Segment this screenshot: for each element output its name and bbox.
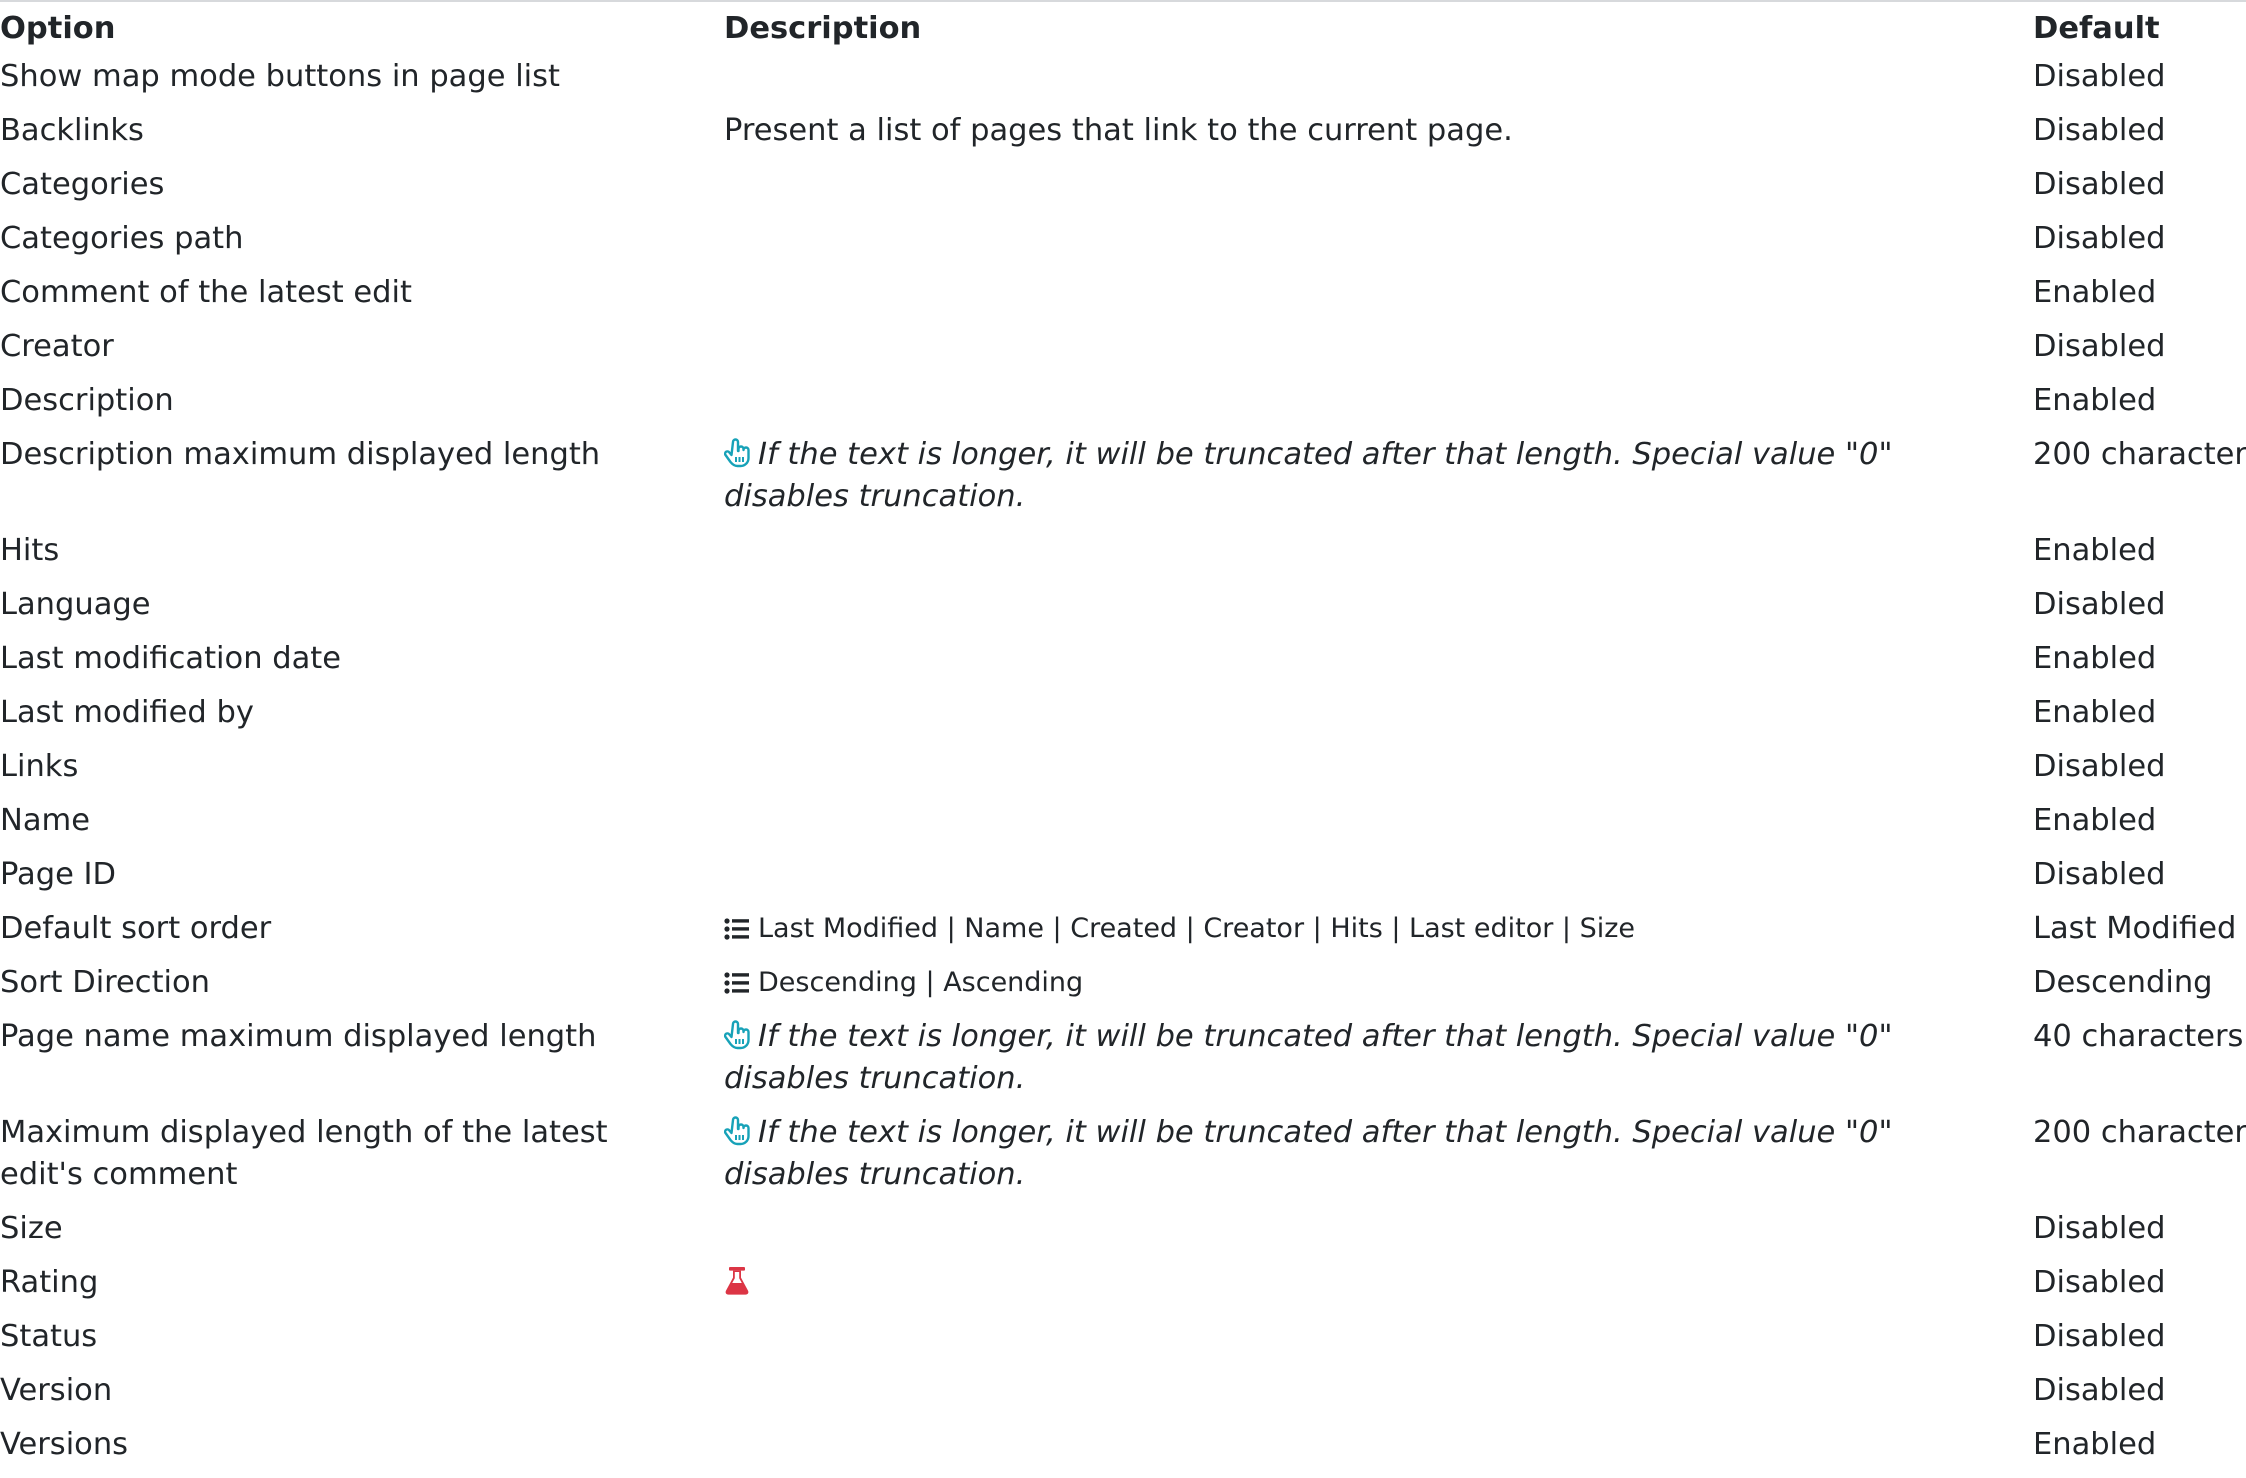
default-value: Disabled: [2033, 113, 2166, 148]
option-description: Present a list of pages that link to the…: [724, 113, 1513, 148]
option-name: Page ID: [0, 857, 117, 892]
option-name: Maximum displayed length of the latest e…: [0, 1115, 608, 1192]
default-value: Enabled: [2033, 695, 2157, 730]
default-value: Disabled: [2033, 1265, 2166, 1300]
table-row: Version Disabled: [0, 1370, 2246, 1424]
option-description: Last Modified | Name | Created | Creator…: [724, 908, 1994, 950]
option-name: Categories path: [0, 221, 244, 256]
option-name: Page name maximum displayed length: [0, 1019, 597, 1054]
default-value: 200 characters: [2033, 437, 2246, 472]
table-row: Status Disabled: [0, 1316, 2246, 1370]
default-value: Disabled: [2033, 167, 2166, 202]
default-value: Enabled: [2033, 383, 2157, 418]
option-description: If the text is longer, it will be trunca…: [724, 1112, 1994, 1196]
default-value: Disabled: [2033, 857, 2166, 892]
table-row: Page name maximum displayed length If th…: [0, 1016, 2246, 1112]
table-header-row: Option Description Default: [0, 0, 2246, 56]
option-name: Hits: [0, 533, 60, 568]
option-name: Language: [0, 587, 151, 622]
hand-pointer-icon: [724, 1116, 750, 1146]
hand-pointer-icon: [724, 1020, 750, 1050]
table-row: Size Disabled: [0, 1208, 2246, 1262]
option-name: Description: [0, 383, 174, 418]
table-row: Name Enabled: [0, 800, 2246, 854]
default-value: Disabled: [2033, 59, 2166, 94]
table-row: Categories path Disabled: [0, 218, 2246, 272]
hint-text: If the text is longer, it will be trunca…: [724, 1019, 1893, 1096]
default-value: Enabled: [2033, 1427, 2157, 1462]
table-row: Comment of the latest edit Enabled: [0, 272, 2246, 326]
option-name: Name: [0, 803, 90, 838]
hint-text: If the text is longer, it will be trunca…: [724, 437, 1893, 514]
default-value: 200 characters: [2033, 1115, 2246, 1150]
option-name: Sort Direction: [0, 965, 211, 1000]
option-description: If the text is longer, it will be trunca…: [724, 434, 1994, 518]
table-row: Language Disabled: [0, 584, 2246, 638]
header-description: Description: [724, 11, 922, 46]
table-row: Backlinks Present a list of pages that l…: [0, 110, 2246, 164]
options-table: Option Description Default Show map mode…: [0, 0, 2246, 1478]
option-name: Creator: [0, 329, 114, 364]
default-value: Disabled: [2033, 329, 2166, 364]
default-value: Disabled: [2033, 1319, 2166, 1354]
table-row: Links Disabled: [0, 746, 2246, 800]
default-value: 40 characters: [2033, 1019, 2244, 1054]
option-name: Default sort order: [0, 911, 272, 946]
header-default: Default: [2033, 11, 2160, 46]
header-option: Option: [0, 11, 116, 46]
table-row: Last modified by Enabled: [0, 692, 2246, 746]
table-row: Description Enabled: [0, 380, 2246, 434]
default-value: Enabled: [2033, 803, 2157, 838]
sort-direction-text: Descending | Ascending: [758, 967, 1084, 998]
default-value: Enabled: [2033, 641, 2157, 676]
option-name: Rating: [0, 1265, 99, 1300]
default-value: Disabled: [2033, 1373, 2166, 1408]
option-name: Version: [0, 1373, 113, 1408]
table-row: Default sort order Last Modified | Name …: [0, 908, 2246, 962]
default-value: Disabled: [2033, 587, 2166, 622]
default-value: Enabled: [2033, 275, 2157, 310]
default-value: Last Modified: [2033, 911, 2237, 946]
default-value: Disabled: [2033, 749, 2166, 784]
option-name: Size: [0, 1211, 63, 1246]
default-value: Disabled: [2033, 221, 2166, 256]
option-description: If the text is longer, it will be trunca…: [724, 1016, 1994, 1100]
option-description: [724, 1262, 1994, 1304]
table-row: Page ID Disabled: [0, 854, 2246, 908]
hint-text: If the text is longer, it will be trunca…: [724, 1115, 1893, 1192]
list-icon: [724, 917, 750, 941]
hand-pointer-icon: [724, 438, 750, 468]
option-name: Last modification date: [0, 641, 341, 676]
default-value: Descending: [2033, 965, 2213, 1000]
list-icon: [724, 971, 750, 995]
option-name: Last modified by: [0, 695, 254, 730]
option-name: Status: [0, 1319, 98, 1354]
option-description: Descending | Ascending: [724, 962, 1994, 1004]
option-name: Categories: [0, 167, 165, 202]
sort-options-text: Last Modified | Name | Created | Creator…: [758, 913, 1635, 944]
table-row: Versions Enabled: [0, 1424, 2246, 1478]
option-name: Description maximum displayed length: [0, 437, 601, 472]
option-name: Comment of the latest edit: [0, 275, 412, 310]
option-name: Versions: [0, 1427, 129, 1462]
option-name: Backlinks: [0, 113, 144, 148]
table-row: Show map mode buttons in page list Disab…: [0, 56, 2246, 110]
table-row: Hits Enabled: [0, 530, 2246, 584]
table-row: Creator Disabled: [0, 326, 2246, 380]
default-value: Enabled: [2033, 533, 2157, 568]
table-row: Maximum displayed length of the latest e…: [0, 1112, 2246, 1208]
table-row: Last modification date Enabled: [0, 638, 2246, 692]
flask-icon: [724, 1266, 750, 1296]
table-row: Rating Disabled: [0, 1262, 2246, 1316]
table-row: Categories Disabled: [0, 164, 2246, 218]
option-name: Show map mode buttons in page list: [0, 59, 560, 94]
table-row: Description maximum displayed length If …: [0, 434, 2246, 530]
default-value: Disabled: [2033, 1211, 2166, 1246]
option-name: Links: [0, 749, 79, 784]
table-row: Sort Direction Descending | Ascending De…: [0, 962, 2246, 1016]
